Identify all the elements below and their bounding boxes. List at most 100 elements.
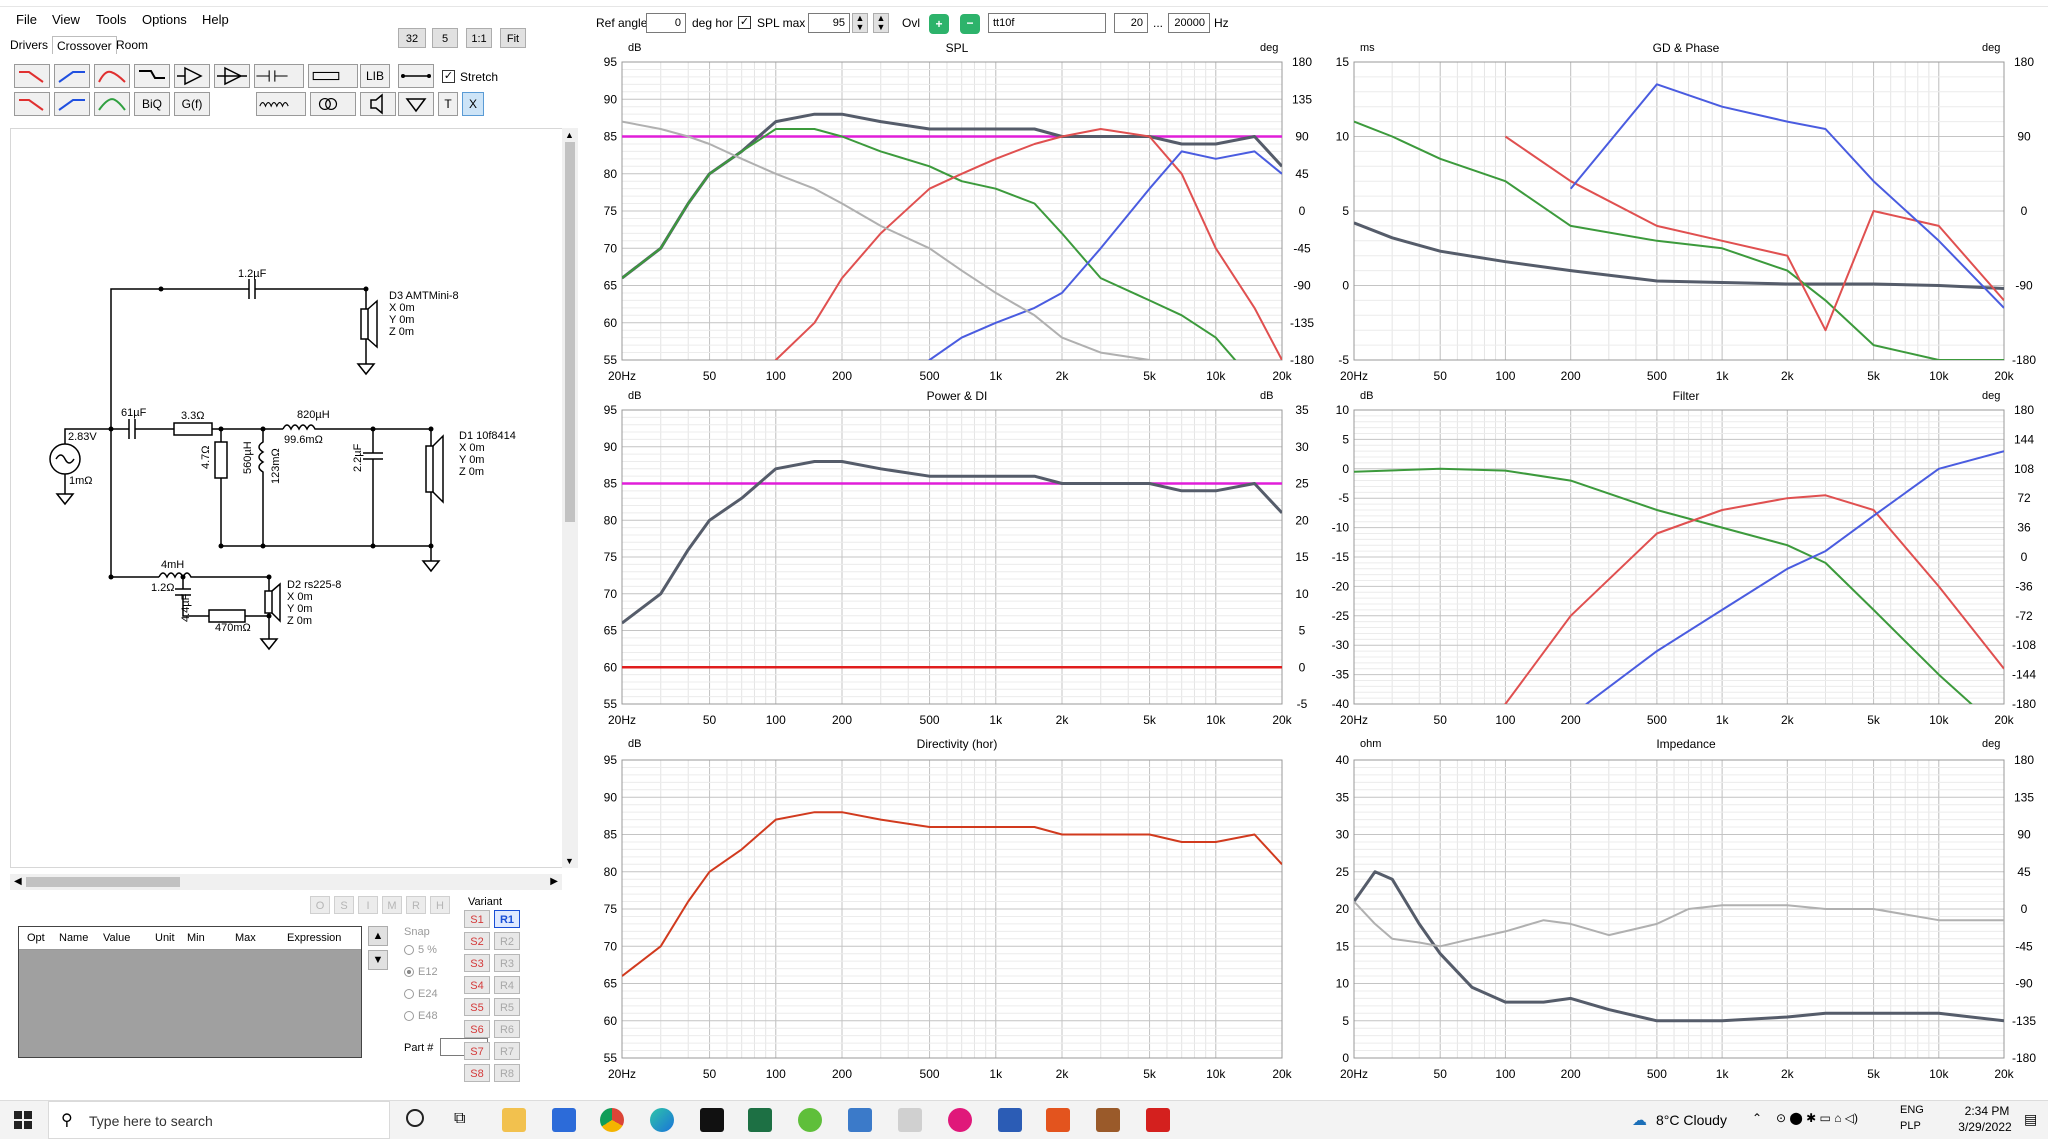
highpass-blue-2-icon[interactable]: [54, 92, 90, 116]
chart-directivity[interactable]: 95 90 85 80 75 70 65 60 55 20Hz 50 100 200 500 1k 2k 5k 1…: [592, 736, 1322, 1082]
zoom-5-button[interactable]: 5: [432, 28, 458, 48]
move-up-button[interactable]: ▲: [368, 926, 388, 946]
snap-e12[interactable]: E12: [404, 966, 438, 978]
menu-tools[interactable]: Tools: [96, 12, 126, 27]
ref-angle-input[interactable]: 0: [646, 13, 686, 33]
spl-spin-button-2[interactable]: ▲ ▼: [873, 13, 889, 33]
col-min[interactable]: Min: [187, 927, 205, 949]
variant-r7[interactable]: R7: [494, 1042, 520, 1060]
bandpass-green-icon[interactable]: [94, 92, 130, 116]
variant-r8[interactable]: R8: [494, 1064, 520, 1082]
menu-options[interactable]: Options: [142, 12, 187, 27]
zoom-fit-button[interactable]: Fit: [500, 28, 526, 48]
variant-s2[interactable]: S2: [464, 932, 490, 950]
ground-icon[interactable]: [398, 92, 434, 116]
file-explorer-icon[interactable]: [502, 1108, 526, 1132]
opt-h-button[interactable]: H: [430, 896, 450, 914]
bandpass-red-icon[interactable]: [94, 64, 130, 88]
variant-r4[interactable]: R4: [494, 976, 520, 994]
opt-r-button[interactable]: R: [406, 896, 426, 914]
col-unit[interactable]: Unit: [155, 927, 175, 949]
inductor-icon[interactable]: [256, 92, 306, 116]
taskbar-search-box[interactable]: ⚲ Type here to search: [48, 1101, 390, 1139]
variant-s6[interactable]: S6: [464, 1020, 490, 1038]
variant-s7[interactable]: S7: [464, 1042, 490, 1060]
speaker-icon[interactable]: [360, 92, 396, 116]
menu-file[interactable]: File: [16, 12, 37, 27]
optimizer-table[interactable]: Opt Name Value Unit Min Max Expression: [18, 926, 362, 1058]
tab-drivers[interactable]: Drivers: [6, 36, 52, 54]
task-view-icon[interactable]: ⧉: [454, 1110, 465, 1128]
edge-icon[interactable]: [650, 1108, 674, 1132]
shelf-icon[interactable]: [134, 64, 170, 88]
resistor-icon[interactable]: [308, 64, 358, 88]
snap-e24[interactable]: E24: [404, 988, 438, 1000]
opt-i-button[interactable]: I: [358, 896, 378, 914]
col-value[interactable]: Value: [103, 927, 130, 949]
office-icon[interactable]: [1046, 1108, 1070, 1132]
variant-s3[interactable]: S3: [464, 954, 490, 972]
photos-icon[interactable]: [848, 1108, 872, 1132]
chart-power-di[interactable]: 95 90 85 80 75 70 65 60 55 35 30 25 20 15 10 5 0 -5 20Hz 50…: [592, 388, 1322, 728]
col-max[interactable]: Max: [235, 927, 256, 949]
variant-r6[interactable]: R6: [494, 1020, 520, 1038]
spl-spin-button[interactable]: ▲ ▼: [852, 13, 868, 33]
zoom-1to1-button[interactable]: 1:1: [466, 28, 492, 48]
schematic-hscrollbar[interactable]: ◀ ▶: [10, 874, 562, 890]
chart-spl[interactable]: 95 90 85 80 75 70 65 60 55 180 135 90 45 0 -45 -90 -135 -…: [592, 40, 1322, 384]
tray-chevron-icon[interactable]: ⌃: [1752, 1111, 1762, 1125]
menu-view[interactable]: View: [52, 12, 80, 27]
variant-s1[interactable]: S1: [464, 910, 490, 928]
biquad-button[interactable]: BiQ: [134, 92, 170, 116]
variant-r2[interactable]: R2: [494, 932, 520, 950]
tab-room[interactable]: Room: [112, 36, 152, 54]
amplifier-icon[interactable]: [174, 64, 210, 88]
schematic-canvas[interactable]: 2.83V 1mΩ 1.2µF 61µF 3.3Ω 4.7Ω 560µH 123…: [10, 128, 566, 868]
text-tool-button[interactable]: T: [438, 92, 458, 116]
app-brown-icon[interactable]: [1096, 1108, 1120, 1132]
app-red-icon[interactable]: [1146, 1108, 1170, 1132]
hscroll-thumb[interactable]: [26, 877, 180, 887]
clock-date[interactable]: 3/29/2022: [1950, 1120, 2020, 1134]
schematic-vscrollbar[interactable]: ▲ ▼: [562, 128, 578, 868]
chart-gd-phase[interactable]: 15 10 5 0 -5 180 90 0 -90 -180 20Hz 50 100 200 500 1k 2k…: [1326, 40, 2046, 384]
opt-o-button[interactable]: O: [310, 896, 330, 914]
word-icon[interactable]: [998, 1108, 1022, 1132]
freq-max-input[interactable]: 20000: [1168, 13, 1210, 33]
app-gray-icon[interactable]: [898, 1108, 922, 1132]
library-button[interactable]: LIB: [360, 64, 390, 88]
lang-plp[interactable]: PLP: [1900, 1120, 1921, 1132]
excel-icon[interactable]: [748, 1108, 772, 1132]
vscroll-thumb[interactable]: [565, 142, 575, 522]
variant-r5[interactable]: R5: [494, 998, 520, 1016]
lang-eng[interactable]: ENG: [1900, 1104, 1924, 1116]
chart-impedance[interactable]: 40 35 30 25 20 15 10 5 0 180 135 90 45 0 -45 -90 -135 -18…: [1326, 736, 2046, 1082]
lowpass-red-2-icon[interactable]: [14, 92, 50, 116]
opt-s-button[interactable]: S: [334, 896, 354, 914]
menu-help[interactable]: Help: [202, 12, 229, 27]
weather-icon[interactable]: ☁: [1632, 1111, 1647, 1129]
stretch-checkbox[interactable]: ✓: [442, 70, 455, 83]
store-icon[interactable]: [552, 1108, 576, 1132]
col-name[interactable]: Name: [59, 927, 88, 949]
transformer-icon[interactable]: [310, 92, 356, 116]
delay-amp-icon[interactable]: [214, 64, 250, 88]
col-opt[interactable]: Opt: [27, 927, 45, 949]
variant-s8[interactable]: S8: [464, 1064, 490, 1082]
spl-max-input[interactable]: 95: [808, 13, 850, 33]
delete-tool-button[interactable]: X: [462, 92, 484, 116]
snap-e48[interactable]: E48: [404, 1010, 438, 1022]
remove-icon[interactable]: −: [960, 14, 980, 34]
windows-start-icon[interactable]: [14, 1111, 32, 1129]
col-expression[interactable]: Expression: [287, 927, 341, 949]
spl-max-checkbox[interactable]: ✓: [738, 16, 751, 29]
wire-icon[interactable]: [398, 64, 434, 88]
capacitor-icon[interactable]: [254, 64, 304, 88]
binance-icon[interactable]: [700, 1108, 724, 1132]
chrome-icon[interactable]: [600, 1108, 624, 1132]
gf-button[interactable]: G(f): [174, 92, 210, 116]
variant-r3[interactable]: R3: [494, 954, 520, 972]
app-pink-icon[interactable]: [948, 1108, 972, 1132]
clock-time[interactable]: 2:34 PM: [1958, 1104, 2016, 1118]
lowpass-red-icon[interactable]: [14, 64, 50, 88]
